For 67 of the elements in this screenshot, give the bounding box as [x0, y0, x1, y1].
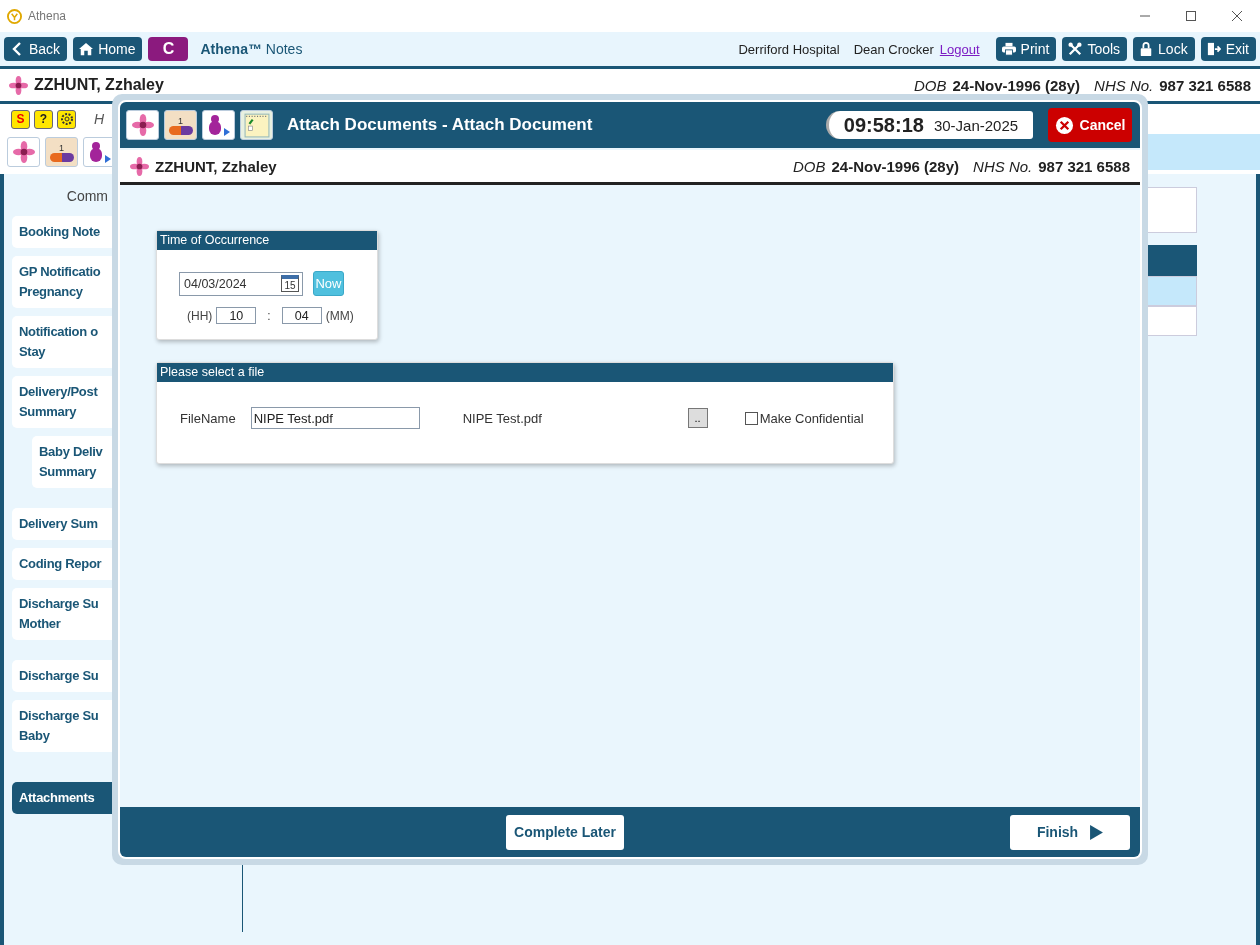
- person-icon[interactable]: [202, 110, 235, 140]
- hours-field[interactable]: 10: [216, 307, 257, 324]
- complete-later-button[interactable]: Complete Later: [506, 814, 624, 850]
- gear-icon[interactable]: [57, 109, 76, 129]
- flower-icon[interactable]: [126, 110, 159, 140]
- minutes-field[interactable]: 04: [281, 307, 322, 324]
- help-icon[interactable]: ?: [34, 109, 53, 129]
- checkbox[interactable]: [744, 411, 758, 425]
- browse-button[interactable]: ..: [687, 408, 708, 428]
- user-name: Dean Crocker: [853, 41, 934, 57]
- back-icon: [10, 42, 24, 56]
- pill-icon[interactable]: 1: [45, 137, 78, 167]
- app-logo-icon: [7, 8, 22, 24]
- nhs-number: 987 321 6588: [1159, 76, 1251, 94]
- panel-title: Please select a file: [157, 363, 893, 382]
- logout-link[interactable]: Logout: [939, 41, 980, 57]
- flower-icon: [9, 75, 28, 95]
- printer-icon: [1001, 42, 1016, 56]
- toolbar-text: H: [94, 111, 105, 127]
- exit-icon: [1206, 42, 1221, 56]
- close-icon: [1054, 115, 1074, 135]
- panel-title: Time of Occurrence: [157, 231, 377, 250]
- exit-button[interactable]: Exit: [1200, 37, 1256, 61]
- play-icon: [1090, 824, 1104, 840]
- tools-button[interactable]: Tools: [1062, 37, 1128, 61]
- print-button[interactable]: Print: [995, 37, 1057, 61]
- hours-label: (HH): [187, 308, 213, 323]
- window-title: Athena: [28, 9, 67, 23]
- nhs-label: NHS No.: [973, 157, 1033, 175]
- lock-icon: [1139, 42, 1154, 56]
- pill-icon[interactable]: 1: [164, 110, 197, 140]
- hospital-name: Derriford Hospital: [738, 41, 840, 57]
- clock-date: 30-Jan-2025: [933, 116, 1019, 134]
- nhs-number: 987 321 6588: [1038, 157, 1130, 175]
- app-name: Athena™ Notes: [200, 41, 303, 57]
- section-heading: Comm: [65, 188, 108, 204]
- flower-icon[interactable]: [7, 137, 40, 167]
- filename-field[interactable]: NIPE Test.pdf: [250, 407, 420, 429]
- filename-label: FileName: [180, 410, 236, 426]
- home-button[interactable]: Home: [73, 37, 143, 61]
- dob-value: 24-Nov-1996 (28y): [831, 157, 960, 175]
- app-switch-button[interactable]: C: [148, 37, 189, 61]
- dob-label: DOB: [792, 157, 826, 175]
- maximize-icon[interactable]: [1185, 10, 1197, 22]
- dob-label: DOB: [913, 76, 947, 94]
- cancel-button[interactable]: Cancel: [1048, 108, 1132, 142]
- dialog-title: Attach Documents - Attach Document: [287, 115, 593, 135]
- calendar-icon[interactable]: 15: [281, 275, 299, 292]
- minutes-label: (MM): [325, 308, 354, 323]
- flower-icon: [130, 156, 149, 176]
- back-button[interactable]: Back: [4, 37, 68, 61]
- patient-name: ZZHUNT, Zzhaley: [34, 76, 164, 94]
- finish-button[interactable]: Finish: [1010, 814, 1130, 850]
- checkbox-label: Make Confidential: [759, 410, 864, 426]
- home-icon: [79, 42, 94, 56]
- patient-name: ZZHUNT, Zzhaley: [155, 157, 277, 175]
- lock-button[interactable]: Lock: [1133, 37, 1195, 61]
- dob-value: 24-Nov-1996 (28y): [952, 76, 1081, 94]
- nhs-label: NHS No.: [1094, 76, 1154, 94]
- hand-icon[interactable]: S: [11, 109, 30, 129]
- tools-icon: [1068, 42, 1083, 56]
- date-field[interactable]: 04/03/2024 15: [179, 271, 303, 296]
- clock-time: 09:58:18: [843, 113, 924, 137]
- close-icon[interactable]: [1231, 10, 1243, 22]
- time-separator: :: [267, 308, 271, 323]
- notepad-icon[interactable]: [240, 110, 273, 140]
- file-name: NIPE Test.pdf: [462, 410, 543, 426]
